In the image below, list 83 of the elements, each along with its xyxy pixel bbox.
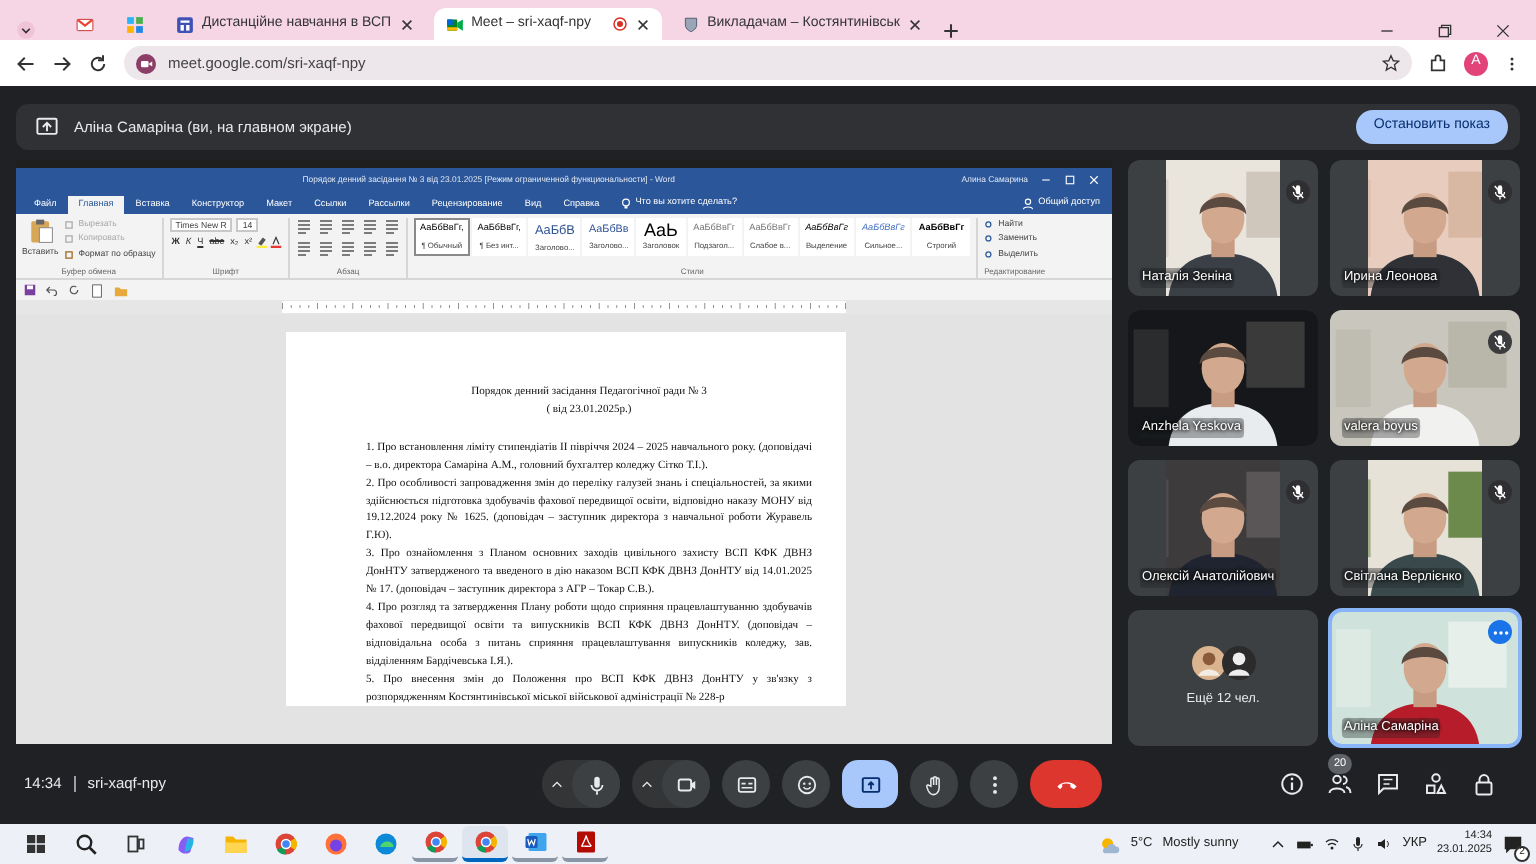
video-camera-icon [675,773,698,795]
lightbulb-icon [619,197,632,210]
leave-call-button[interactable] [1030,760,1103,808]
clipboard-icon[interactable] [27,218,54,244]
present-icon [859,773,882,795]
raise-hand-button[interactable] [910,760,959,808]
close-icon[interactable] [907,17,922,31]
notification-icon[interactable] [1502,833,1524,855]
close-icon[interactable] [399,17,414,31]
info-icon [1280,772,1304,796]
person-icon [1022,197,1035,210]
style-preview: АаЬ [643,222,678,238]
camera-button[interactable] [662,760,711,808]
shapes-icon [1424,772,1448,796]
multilevel-list-icon[interactable] [340,218,357,234]
mail-icon [76,15,94,33]
weather-icon [1098,833,1121,855]
reactions-button[interactable] [782,760,831,808]
people-icon [1328,772,1352,796]
star-icon[interactable] [1382,54,1400,72]
chrome-icon [473,830,497,854]
restore-icon[interactable] [1436,22,1454,40]
lock-button[interactable] [1472,772,1496,796]
close-icon[interactable] [1494,22,1512,40]
captions-button[interactable] [722,760,771,808]
microphone-button[interactable] [572,760,621,808]
site-icon [136,53,156,73]
caret-up-icon [640,777,655,791]
align-left-icon[interactable] [296,240,313,256]
crest-icon [681,15,700,33]
align-right-icon[interactable] [340,240,357,256]
numbering-icon[interactable] [318,218,335,234]
chat-icon [1376,772,1400,796]
save-icon[interactable] [24,284,36,296]
align-center-icon[interactable] [318,240,335,256]
copilot-icon [173,832,197,856]
app-icon [126,15,144,33]
page-icon [176,15,194,33]
people-button[interactable] [1328,772,1352,796]
maximize-icon[interactable] [1064,174,1077,186]
word-icon [523,830,547,854]
chevron-up-icon[interactable] [1270,836,1287,852]
chat-button[interactable] [1376,772,1400,796]
document-icon[interactable] [90,283,104,297]
emoji-icon [795,773,818,795]
caret-up-icon [550,777,565,791]
present-icon [36,116,58,138]
folder-icon [223,832,247,856]
font-color-icon[interactable] [270,236,283,248]
avatar [1191,646,1225,681]
lock-icon [1472,772,1496,796]
bullets-icon[interactable] [296,218,313,234]
minimize-icon[interactable] [1040,174,1053,186]
captions-icon [735,773,758,795]
pdf-icon [573,830,597,854]
firefox-icon [323,832,347,856]
present-button[interactable] [842,760,899,808]
microphone-icon [1350,836,1367,852]
avatar [1221,646,1255,681]
back-icon[interactable] [16,53,36,73]
extensions-icon[interactable] [1428,53,1448,73]
microphone-icon [585,773,608,795]
info-button[interactable] [1280,772,1304,796]
speaker-icon [1376,836,1393,852]
task-view-icon [123,832,147,856]
tab-search-icon[interactable] [16,20,36,40]
raise-hand-icon [923,773,946,795]
wifi-icon [1324,836,1341,852]
chrome-icon [423,830,447,854]
undo-icon[interactable] [46,284,58,296]
forward-icon[interactable] [52,53,72,73]
start-icon [23,832,47,856]
highlighter-icon[interactable] [256,236,269,248]
redo-icon[interactable] [68,284,80,296]
edge-icon [373,832,397,856]
justify-icon[interactable] [362,240,379,256]
video-camera-icon [445,15,464,33]
shapes-button[interactable] [1424,772,1448,796]
taskbar-app[interactable] [562,826,608,862]
reload-icon[interactable] [88,53,108,73]
chrome-icon [273,832,297,856]
close-icon[interactable] [635,17,650,31]
new-tab-icon[interactable] [941,22,960,40]
